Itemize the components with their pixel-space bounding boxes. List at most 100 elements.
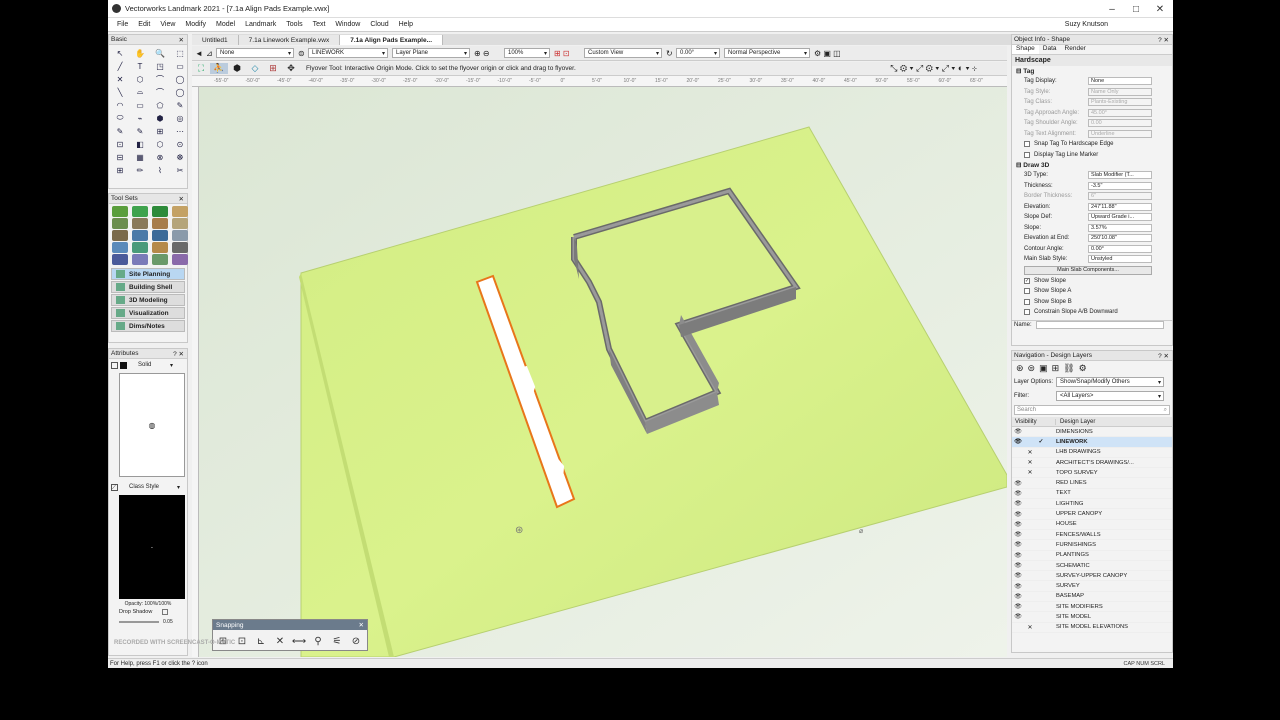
basic-tool-icon[interactable]: ◠ xyxy=(112,99,128,111)
layer-options-dropdown[interactable]: Show/Snap/Modify Others xyxy=(1056,377,1164,387)
layer-dropdown[interactable]: LINEWORK xyxy=(308,48,388,58)
visibility-hidden-icon[interactable]: ✕ xyxy=(1024,624,1036,631)
menu-cloud[interactable]: Cloud xyxy=(365,21,393,28)
layer-icon[interactable]: ⊜ xyxy=(298,49,308,58)
tab-data[interactable]: Data xyxy=(1039,45,1061,54)
toolset-icon[interactable] xyxy=(172,218,188,229)
tab-render[interactable]: Render xyxy=(1061,45,1090,54)
cube-icon[interactable]: ⬢ xyxy=(228,63,246,74)
oi-checkbox-row[interactable]: Show Slope A xyxy=(1012,286,1172,297)
toolset-icon[interactable] xyxy=(132,242,148,253)
layer-row[interactable]: ✕ ARCHITECT'S DRAWINGS/... xyxy=(1012,458,1172,469)
basic-tool-icon[interactable]: ⊗ xyxy=(152,151,168,163)
oi-checkbox-row[interactable]: Constrain Slope A/B Downward xyxy=(1012,307,1172,318)
toolset-icon[interactable] xyxy=(152,206,168,217)
toolset-icon[interactable] xyxy=(172,206,188,217)
menu-edit[interactable]: Edit xyxy=(133,21,155,28)
nav-sheet-icon[interactable]: ▣ xyxy=(1039,363,1048,374)
checkbox[interactable] xyxy=(1024,151,1030,158)
basic-tool-icon[interactable]: ⊞ xyxy=(152,125,168,137)
visibility-eye-icon[interactable]: 👁 xyxy=(1012,531,1024,538)
view-icon[interactable]: ⊞ ⊡ xyxy=(554,49,584,58)
layer-row[interactable]: ✕ SITE MODEL ELEVATIONS xyxy=(1012,623,1172,633)
visibility-eye-icon[interactable]: 👁 xyxy=(1012,562,1024,569)
layer-row[interactable]: 👁 RED LINES xyxy=(1012,478,1172,489)
toolset-icon[interactable] xyxy=(112,206,128,217)
menu-tools[interactable]: Tools xyxy=(281,21,307,28)
tag-section-header[interactable]: ⊟ Tag xyxy=(1012,66,1172,76)
layer-row[interactable]: 👁 ✓ LINEWORK xyxy=(1012,437,1172,448)
basic-tool-icon[interactable]: ▭ xyxy=(172,60,188,72)
visibility-eye-icon[interactable]: 👁 xyxy=(1012,552,1024,559)
visibility-eye-icon[interactable]: 👁 xyxy=(1012,593,1024,600)
layer-row[interactable]: ✕ LHB DRAWINGS xyxy=(1012,448,1172,458)
nav-settings-icon[interactable]: ⚙ xyxy=(1079,363,1087,374)
render-mode-dropdown[interactable]: Normal Perspective xyxy=(724,48,810,58)
visibility-eye-icon[interactable]: 👁 xyxy=(1012,572,1024,579)
basic-tool-icon[interactable]: ⋯ xyxy=(172,125,188,137)
nav-refs-icon[interactable]: ⛓ xyxy=(1063,363,1074,374)
checkbox[interactable] xyxy=(1024,141,1030,148)
toolset-icon[interactable] xyxy=(112,242,128,253)
class-icon[interactable]: ⊿ xyxy=(206,49,216,58)
zoom-icons[interactable]: ⊕ ⊖ xyxy=(474,49,504,58)
snap-mode-icon[interactable]: ✕ xyxy=(272,633,288,649)
layer-row[interactable]: 👁 UPPER CANOPY xyxy=(1012,509,1172,520)
basic-tool-icon[interactable]: ⊙ xyxy=(172,138,188,150)
rotation-icon[interactable]: ↻ xyxy=(666,49,676,58)
basic-tool-icon[interactable]: ⌒ xyxy=(152,86,168,98)
toolset-icon[interactable] xyxy=(132,218,148,229)
fill-style-dropdown[interactable]: Solid xyxy=(135,360,175,370)
basic-tool-icon[interactable]: ✎ xyxy=(112,125,128,137)
menu-window[interactable]: Window xyxy=(330,21,365,28)
visibility-eye-icon[interactable]: 👁 xyxy=(1012,521,1024,528)
oi-value[interactable]: Slab Modifier (T... xyxy=(1088,171,1152,180)
visibility-eye-icon[interactable]: 👁 xyxy=(1012,511,1024,518)
visibility-eye-icon[interactable]: 👁 xyxy=(1012,500,1024,507)
basic-tool-icon[interactable]: ⊞ xyxy=(112,164,128,176)
menu-view[interactable]: View xyxy=(155,21,180,28)
menu-help[interactable]: Help xyxy=(394,21,418,28)
basic-tool-icon[interactable]: ▦ xyxy=(132,151,148,163)
basic-tool-icon[interactable]: ◳ xyxy=(152,60,168,72)
oi-value[interactable]: Unstyled xyxy=(1088,255,1152,264)
layer-row[interactable]: ✕ TOPO SURVEY xyxy=(1012,468,1172,479)
toolset-icon[interactable] xyxy=(152,218,168,229)
basic-tool-icon[interactable]: ⬡ xyxy=(132,73,148,85)
toolset-icon[interactable] xyxy=(112,230,128,241)
back-arrow-icon[interactable]: ◄ xyxy=(192,49,206,58)
basic-tool-icon[interactable]: ⌇ xyxy=(152,164,168,176)
visibility-eye-icon[interactable]: 👁 xyxy=(1012,541,1024,548)
slider-track[interactable] xyxy=(119,620,159,623)
toolset-icon[interactable] xyxy=(112,218,128,229)
visibility-eye-icon[interactable]: 👁 xyxy=(1012,438,1024,445)
basic-tool-icon[interactable]: ⌓ xyxy=(132,86,148,98)
basic-tool-icon[interactable]: ✕ xyxy=(112,73,128,85)
draw3d-section-header[interactable]: ⊟ Draw 3D xyxy=(1012,160,1172,170)
close-button[interactable]: ✕ xyxy=(1148,0,1172,18)
oi-value[interactable]: None xyxy=(1088,77,1152,86)
canvas-svg[interactable]: ⊛ ⌀ xyxy=(199,87,1007,657)
layer-row[interactable]: 👁 SURVEY-UPPER CANOPY xyxy=(1012,571,1172,582)
visibility-eye-icon[interactable]: 👁 xyxy=(1012,480,1024,487)
toolset-icon[interactable] xyxy=(172,254,188,265)
tab-shape[interactable]: Shape xyxy=(1012,45,1039,54)
pen-icon[interactable]: ⟋ xyxy=(111,483,118,491)
toolset-icon[interactable] xyxy=(132,230,148,241)
grid-icon[interactable]: ⊞ xyxy=(264,63,282,74)
maximize-button[interactable]: □ xyxy=(1124,0,1148,18)
layer-row[interactable]: 👁 SITE MODEL xyxy=(1012,612,1172,623)
basic-tool-icon[interactable]: ⊟ xyxy=(112,151,128,163)
basic-tool-icon[interactable]: T xyxy=(132,60,148,72)
menu-file[interactable]: File xyxy=(112,21,133,28)
col-design-layer[interactable]: Design Layer xyxy=(1056,419,1095,425)
basic-tool-icon[interactable]: 🔍 xyxy=(152,47,168,59)
snap-mode-icon[interactable]: ⊾ xyxy=(253,633,269,649)
menu-model[interactable]: Model xyxy=(211,21,240,28)
oi-value[interactable]: Upward Grade i... xyxy=(1088,213,1152,222)
oi-checkbox-row[interactable]: Show Slope B xyxy=(1012,297,1172,308)
basic-tool-icon[interactable]: ⬭ xyxy=(112,112,128,124)
help-icon[interactable]: ? ✕ xyxy=(1158,352,1169,360)
checkbox[interactable] xyxy=(1024,298,1030,305)
flyover-tools-icons[interactable]: ⤡ ⚙ ▾ ⤢ ⚙ ▾ ⤢ ▾ ◐ ▾ ⊹ xyxy=(890,63,977,74)
